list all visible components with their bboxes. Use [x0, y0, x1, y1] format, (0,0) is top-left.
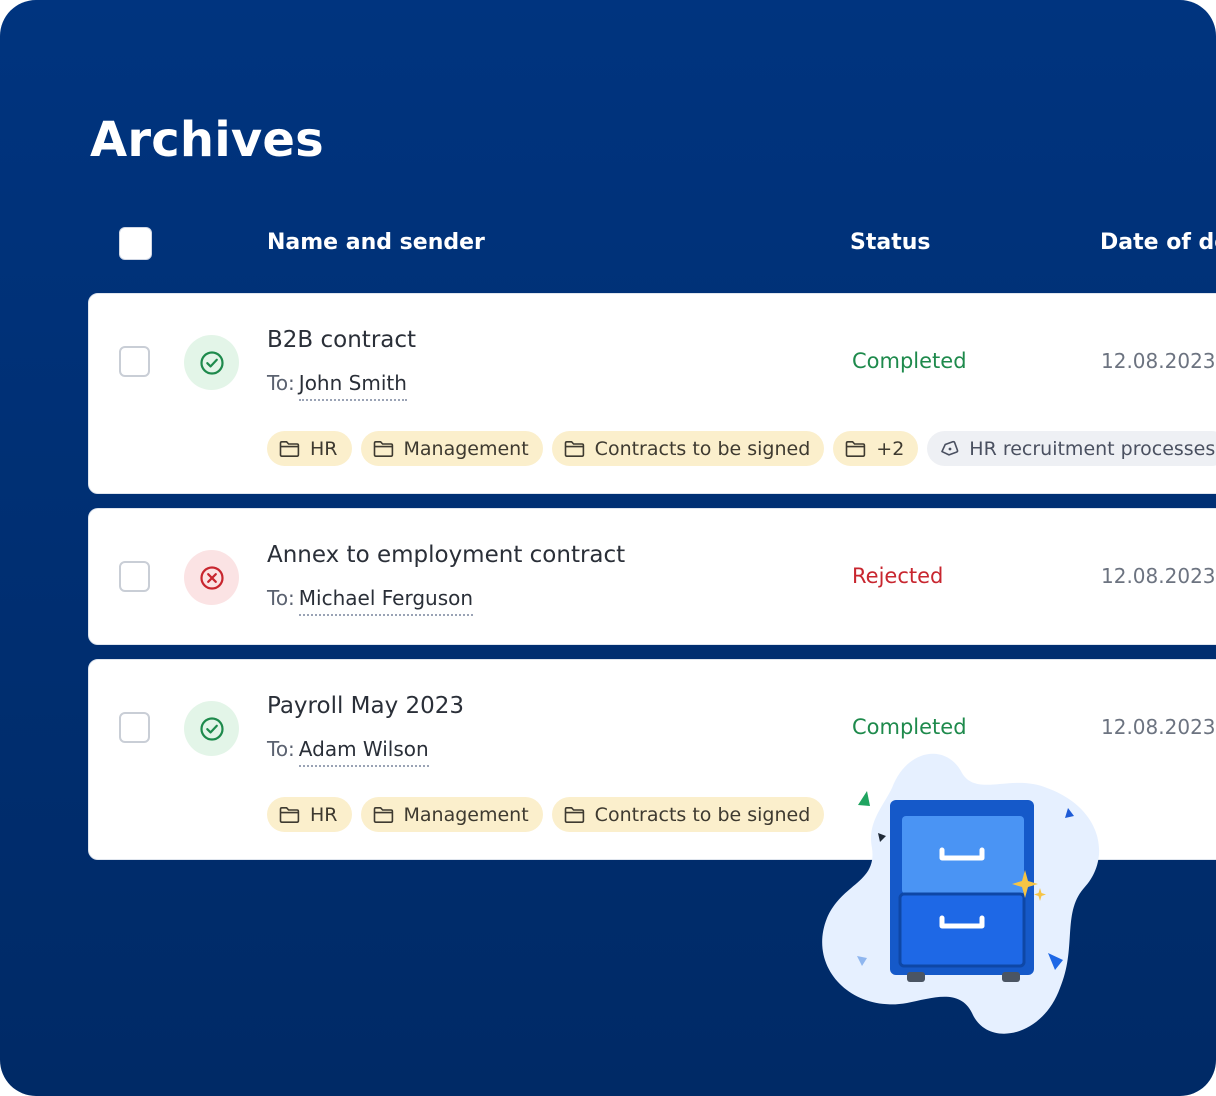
row-checkbox[interactable] — [119, 346, 150, 377]
recipient-line: To: John Smith — [267, 371, 407, 401]
folder-tag[interactable]: HR — [267, 431, 352, 466]
folder-tag[interactable]: Contracts to be signed — [551, 797, 825, 832]
tag-list: HR Management Contracts to be signed — [267, 797, 825, 832]
tag-label: HR — [310, 803, 338, 826]
tag-label: Contracts to be signed — [594, 803, 811, 826]
folder-tag[interactable]: Contracts to be signed — [551, 431, 825, 466]
folder-icon — [564, 440, 584, 457]
folder-icon — [564, 806, 584, 823]
completed-status-icon — [184, 701, 239, 756]
archives-panel: Archives Name and sender Status Date of … — [0, 0, 1216, 1096]
folder-icon — [279, 440, 300, 457]
document-name[interactable]: Annex to employment contract — [267, 542, 625, 568]
folder-icon — [845, 440, 866, 457]
folder-tag[interactable]: Management — [360, 797, 543, 832]
filing-cabinet-icon — [822, 753, 1100, 1034]
page-title: Archives — [90, 112, 324, 168]
select-all-checkbox[interactable] — [119, 227, 152, 260]
document-name[interactable]: B2B contract — [267, 327, 416, 353]
tag-label: +2 — [876, 437, 905, 460]
x-circle-icon — [199, 565, 224, 590]
document-name[interactable]: Payroll May 2023 — [267, 693, 464, 719]
status-text: Completed — [852, 715, 967, 739]
tag-label: HR — [310, 437, 338, 460]
tag-label: Management — [403, 437, 529, 460]
check-circle-icon — [199, 716, 224, 741]
column-header-name[interactable]: Name and sender — [267, 230, 485, 255]
rejected-status-icon — [184, 550, 239, 605]
tag-icon — [941, 440, 959, 456]
table-row[interactable]: Annex to employment contract To: Michael … — [88, 508, 1216, 645]
to-label: To: — [267, 371, 295, 395]
row-checkbox[interactable] — [119, 561, 150, 592]
tag-label: Management — [403, 803, 529, 826]
check-circle-icon — [199, 350, 224, 375]
folder-tag[interactable]: HR — [267, 797, 352, 832]
tag-list: HR Management Contracts to be signed +2 … — [267, 431, 1216, 466]
date-text: 12.08.2023 — [1101, 564, 1216, 588]
status-text: Rejected — [852, 564, 944, 588]
tag-label: HR recruitment processes — [969, 437, 1216, 460]
folder-icon — [373, 806, 393, 823]
date-text: 12.08.2023 — [1101, 349, 1216, 373]
column-header-status[interactable]: Status — [850, 230, 930, 255]
recipient-line: To: Michael Ferguson — [267, 586, 474, 616]
recipient-line: To: Adam Wilson — [267, 737, 429, 767]
recipient-name[interactable]: John Smith — [298, 371, 407, 401]
completed-status-icon — [184, 335, 239, 390]
to-label: To: — [267, 737, 295, 761]
folder-icon — [373, 440, 393, 457]
label-tag[interactable]: HR recruitment processes — [927, 431, 1216, 466]
recipient-name[interactable]: Adam Wilson — [298, 737, 429, 767]
folder-icon — [279, 806, 300, 823]
more-tags-chip[interactable]: +2 — [833, 431, 919, 466]
row-checkbox[interactable] — [119, 712, 150, 743]
recipient-name[interactable]: Michael Ferguson — [298, 586, 474, 616]
status-text: Completed — [852, 349, 967, 373]
tag-label: Contracts to be signed — [594, 437, 811, 460]
table-row[interactable]: B2B contract To: John Smith Completed 12.… — [88, 293, 1216, 494]
folder-tag[interactable]: Management — [360, 431, 543, 466]
to-label: To: — [267, 586, 295, 610]
date-text: 12.08.2023 — [1101, 715, 1216, 739]
column-header-date[interactable]: Date of de — [1100, 230, 1216, 255]
